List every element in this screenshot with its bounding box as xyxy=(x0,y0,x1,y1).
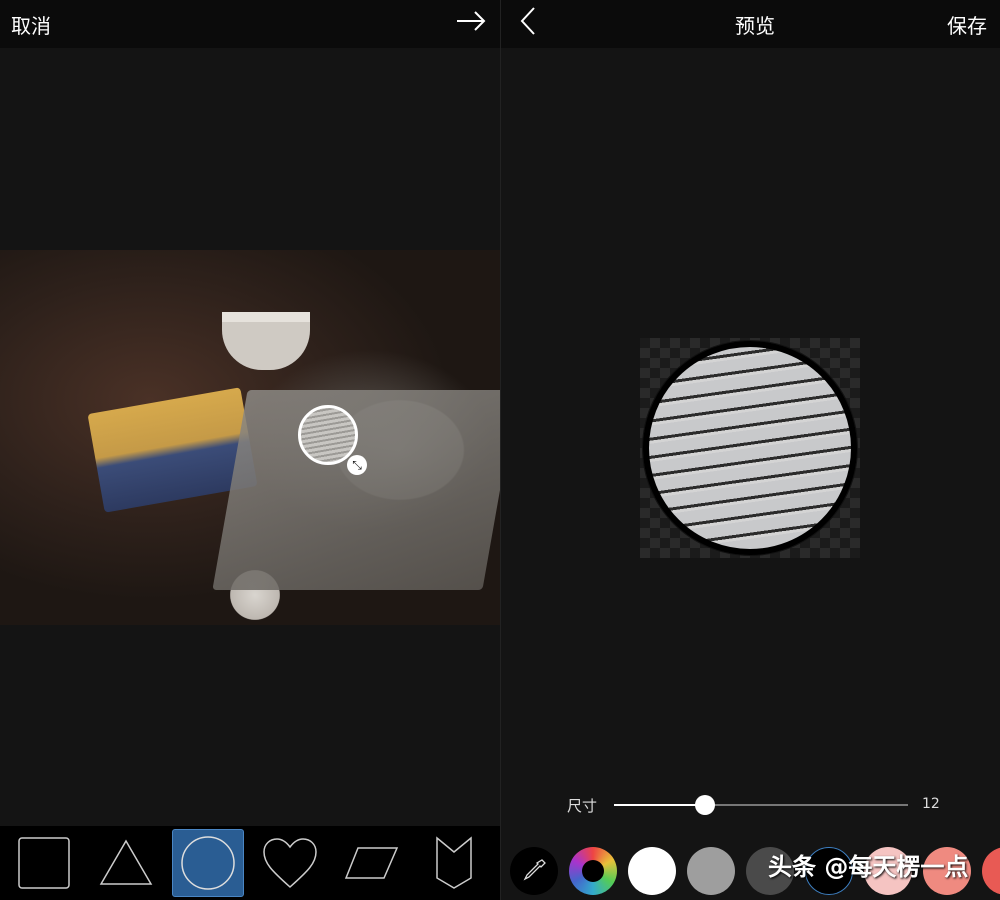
square-icon xyxy=(18,837,70,889)
shape-picker xyxy=(0,826,513,900)
shape-heart[interactable] xyxy=(254,829,326,897)
size-slider-knob[interactable] xyxy=(695,795,716,815)
circle-cropped-image xyxy=(643,341,857,555)
size-slider[interactable] xyxy=(614,795,908,815)
color-wheel-center xyxy=(582,860,604,882)
color-swatch[interactable] xyxy=(982,847,1000,895)
parallelogram-icon xyxy=(344,847,399,879)
shape-parallelogram[interactable] xyxy=(336,829,408,897)
chevron-shape-icon xyxy=(436,836,472,889)
book-image xyxy=(212,390,518,590)
size-label: 尺寸 xyxy=(567,797,598,815)
editor-top-bar: 取消 xyxy=(0,0,500,48)
heart-icon xyxy=(263,838,317,889)
watermark: 头条 @每天楞一点 xyxy=(768,853,969,881)
page-title: 预览 xyxy=(735,14,775,38)
color-swatch[interactable] xyxy=(628,847,676,895)
color-wheel-button[interactable] xyxy=(569,847,617,895)
shape-circle[interactable] xyxy=(172,829,244,897)
save-button[interactable]: 保存 xyxy=(947,10,987,39)
size-slider-fill xyxy=(614,804,706,806)
triangle-icon xyxy=(99,839,153,885)
chevron-left-icon[interactable] xyxy=(519,6,537,36)
shape-selection-circle[interactable] xyxy=(298,405,358,465)
arrow-right-icon[interactable] xyxy=(456,10,486,32)
shape-editor-pane: 取消 ⤡ xyxy=(0,0,518,900)
transparent-preview-canvas xyxy=(640,338,860,558)
cancel-button[interactable]: 取消 xyxy=(11,10,51,39)
eyedropper-icon xyxy=(523,859,546,881)
preview-top-bar: 预览 保存 xyxy=(501,0,1000,48)
shape-square[interactable] xyxy=(8,829,80,897)
circle-icon xyxy=(181,836,235,890)
color-swatch[interactable] xyxy=(687,847,735,895)
shape-chevron[interactable] xyxy=(418,829,490,897)
eyedropper-button[interactable] xyxy=(510,847,558,895)
shape-triangle[interactable] xyxy=(90,829,162,897)
resize-handle-icon[interactable]: ⤡ xyxy=(347,455,367,475)
size-value: 12 xyxy=(922,796,940,812)
